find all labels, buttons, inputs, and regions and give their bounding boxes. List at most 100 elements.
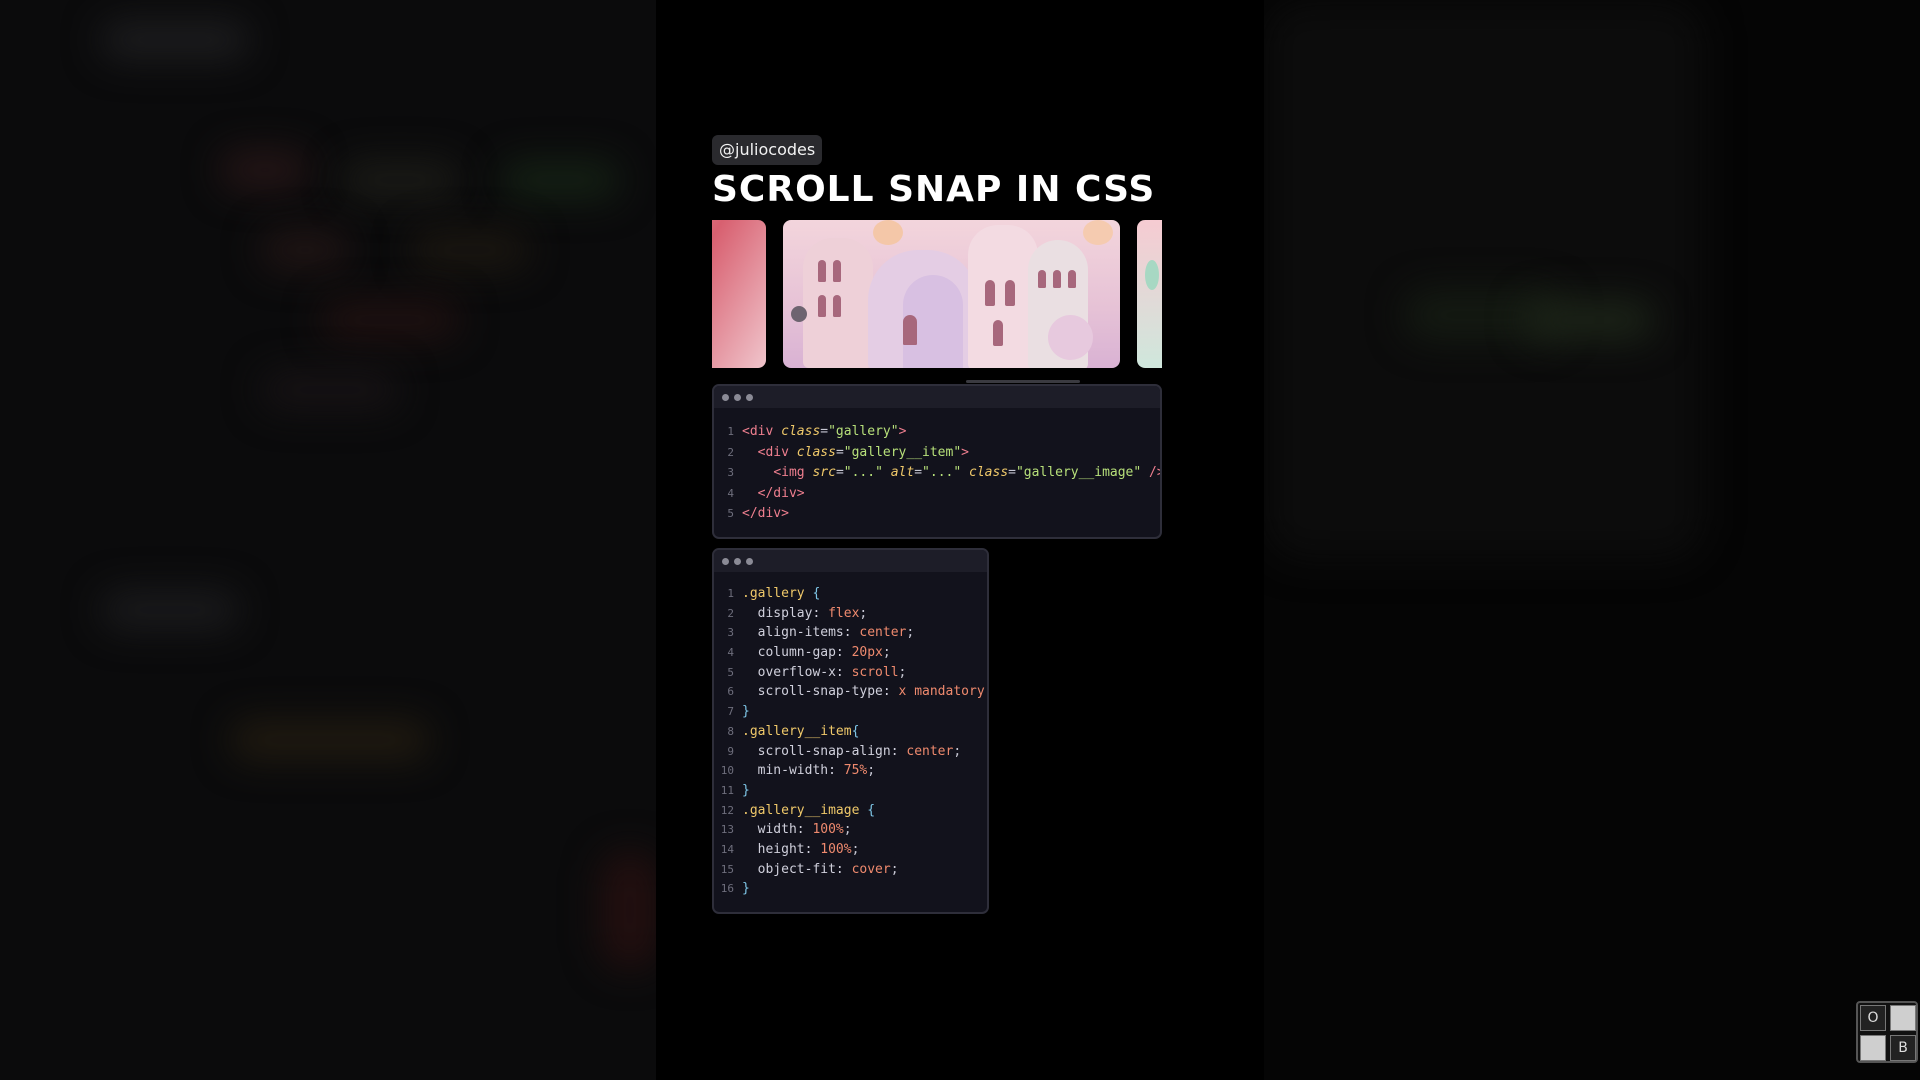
code-line: 11} [714,781,987,801]
code-line: 8 .gallery__item{ [714,722,987,742]
code-token: min-width: [742,763,844,779]
gallery-carousel[interactable] [712,220,1162,370]
code-token: ; [985,684,987,699]
code-token: <div [742,424,782,439]
code-line: 14 height: 100%; [714,840,987,860]
line-number: 5 [727,665,734,679]
code-line: 2 display: flex; [714,604,987,624]
code-token: = [820,424,829,439]
code-token: "gallery__image" [1015,465,1150,481]
code-token: scroll [851,664,899,680]
code-line: 4 column-gap: 20px; [714,643,987,663]
code-token: alt [890,465,915,481]
code-token: object-fit: [742,861,852,877]
line-number: 3 [727,626,734,640]
line-number: 1 [727,587,734,600]
html-code-block: 1 <div class="gallery"> 2 <div class="gall… [714,408,1160,525]
code-token: class [781,424,821,439]
line-number: 10 [720,764,734,778]
line-number: 9 [727,744,734,758]
code-token: "gallery__item" [843,444,962,460]
code-token: </div> [757,485,805,501]
gallery-item-left[interactable] [712,220,766,368]
code-token: .gallery__image [742,802,868,818]
line-number: 13 [720,823,734,837]
code-token: ; [890,861,899,877]
line-number: 5 [727,507,734,521]
code-token: { [851,723,860,739]
gallery-item-right[interactable] [1137,220,1162,368]
line-number: 7 [727,705,734,719]
html-code-window: 1 <div class="gallery"> 2 <div class="gall… [712,384,1162,539]
code-token: center [906,743,954,759]
line-number: 14 [720,842,734,856]
window-dot-icon [734,557,741,565]
code-token: x mandatory [898,684,985,700]
line-number: 4 [727,486,734,500]
line-number: 2 [727,606,734,620]
corner-cell-blank[interactable] [1860,1035,1886,1061]
code-token: display: [742,605,829,621]
line-number: 3 [727,466,734,480]
code-line: 1 .gallery { [714,584,987,604]
code-line: 13 width: 100%; [714,820,987,840]
carousel-indicator-dot[interactable] [791,306,807,322]
corner-cell-o[interactable]: O [1860,1005,1886,1031]
blurred-backdrop-right [1264,0,1920,1080]
code-token: = [914,465,923,481]
code-line: 6 scroll-snap-type: x mandatory; [714,682,987,702]
gallery-item-center[interactable] [783,220,1120,368]
code-line: 15 object-fit: cover; [714,860,987,880]
code-token: align-items: [742,625,860,641]
code-token: class [796,444,836,460]
corner-toggle-widget[interactable]: O B [1856,1001,1918,1063]
code-token: ; [843,822,852,838]
code-token: ; [898,664,907,680]
gallery-scrollbar[interactable] [966,380,1080,383]
code-token: cover [851,861,891,877]
window-titlebar [714,550,987,572]
code-line: 12 .gallery__image { [714,801,987,821]
code-token: center [859,625,907,641]
line-number: 16 [720,882,734,896]
line-number: 15 [720,862,734,876]
code-token: .gallery [742,586,813,601]
code-line: 10 min-width: 75%; [714,761,987,781]
code-token: 100% [812,822,844,838]
code-token: <img [773,465,813,481]
corner-cell-blank[interactable] [1890,1005,1916,1031]
code-token: overflow-x: [742,664,852,680]
code-token: .gallery__item [742,723,852,739]
code-token: { [812,586,821,601]
code-token: <div [757,444,797,460]
code-token: } [742,881,750,897]
code-token: ; [859,605,868,621]
window-dot-icon [722,557,729,565]
code-line: 16} [714,879,987,899]
line-number: 4 [727,646,734,660]
code-token: = [835,465,844,481]
code-token: 100% [820,841,852,857]
code-line: 5 overflow-x: scroll; [714,663,987,683]
code-line: 4 </div> [714,484,1160,505]
code-token: column-gap: [742,645,852,661]
code-token: ; [906,625,915,641]
code-token: scroll-snap-align: [742,743,907,759]
code-token: 20px [851,645,883,661]
code-line: 5 </div> [714,504,1160,525]
code-token: class [969,465,1009,481]
code-token: ; [882,645,891,661]
code-line: 9 scroll-snap-align: center; [714,742,987,762]
code-token: } [742,704,750,720]
code-token: 75% [843,763,868,779]
window-dot-icon [734,393,741,401]
code-token: ; [851,841,860,857]
line-number: 2 [727,445,734,459]
code-token: > [898,424,907,439]
code-line: 3 <img src="..." alt="..." class="galler… [714,463,1160,484]
code-token: = [1008,465,1016,481]
corner-cell-b[interactable]: B [1890,1035,1916,1061]
line-number: 8 [727,724,734,738]
